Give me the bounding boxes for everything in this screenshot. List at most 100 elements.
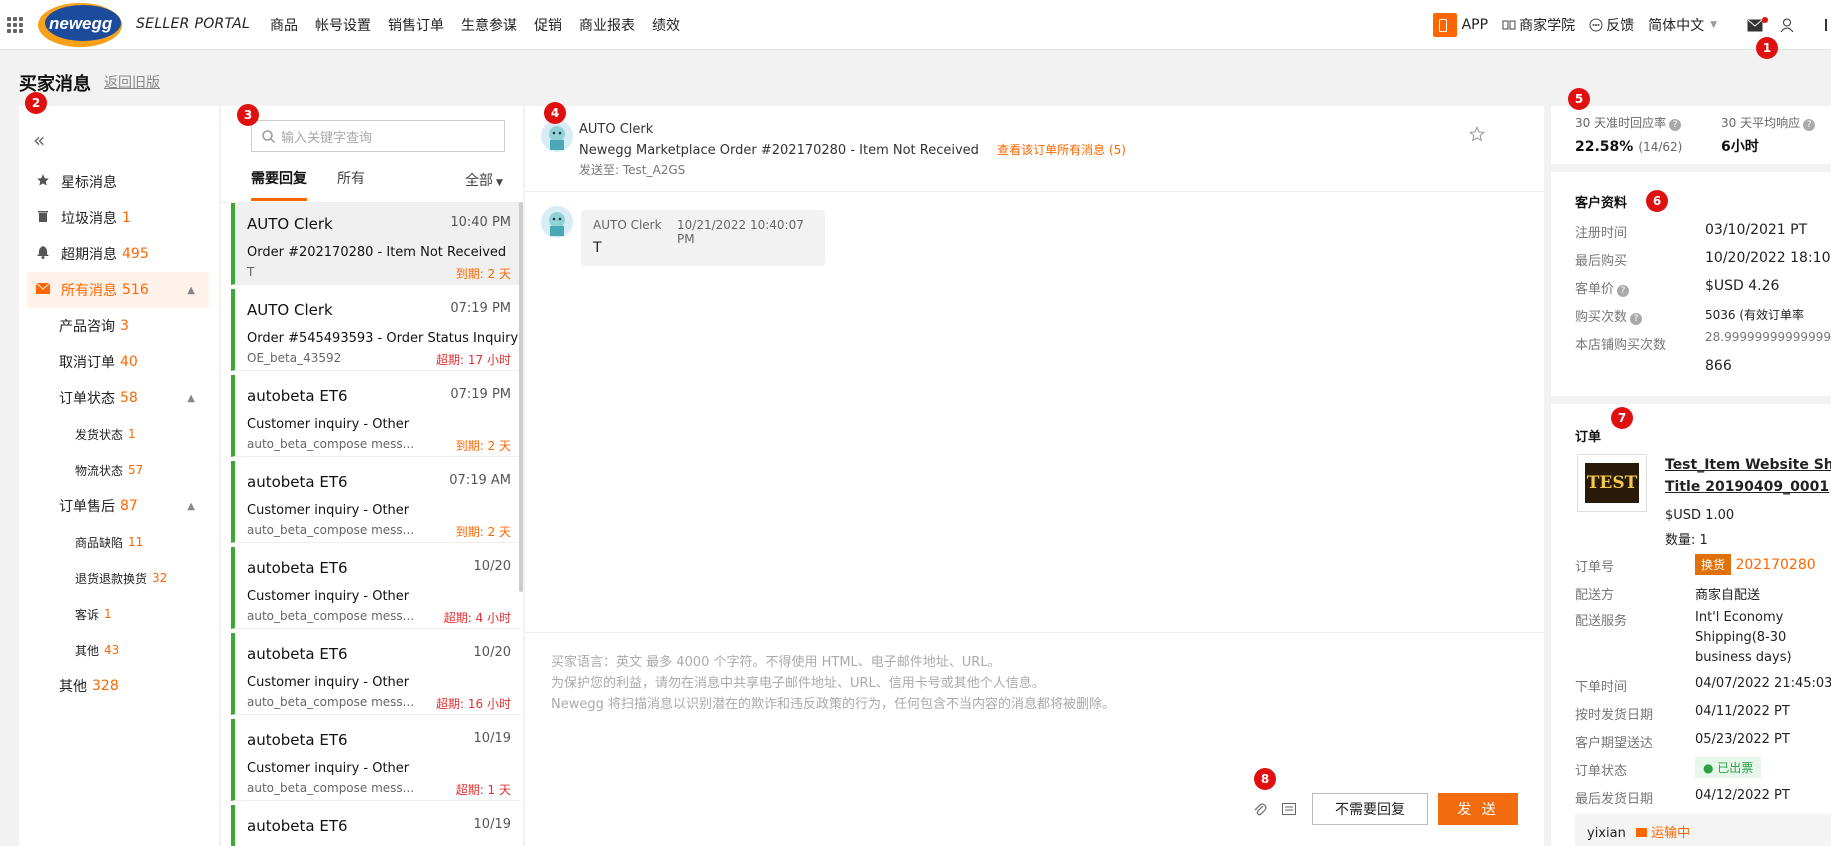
menu-edge-icon[interactable]: [1825, 19, 1827, 31]
caret-up-icon[interactable]: ▲: [187, 285, 195, 296]
caret-up-icon[interactable]: ▲: [187, 501, 195, 512]
sidebar-item-shipping-status[interactable]: 发货状态 1: [19, 416, 209, 452]
paperclip-icon[interactable]: [1253, 802, 1267, 816]
ship-by: 商家自配送: [1695, 588, 1761, 603]
sidebar-item-after-sales[interactable]: 订单售后 87 ▲: [19, 488, 209, 524]
compose-textarea[interactable]: 买家语言：英文 最多 4000 个字符。不得使用 HTML、电子邮件地址、URL…: [551, 652, 1521, 782]
no-reply-needed-button[interactable]: 不需要回复: [1312, 793, 1428, 825]
sidebar: « 星标消息 垃圾消息 1 超期消息 495 所有消息 516 ▲ 产品咨询 3 取消订单…: [19, 106, 219, 846]
conversation-preview: auto_beta_compose mess...: [247, 437, 415, 451]
conversation-sender: autobeta ET6: [247, 387, 348, 405]
purchase-count: 5036 (有效订单率: [1705, 308, 1805, 322]
collapse-left-icon[interactable]: «: [33, 128, 45, 152]
expected-delivery: 05/23/2022 PT: [1695, 732, 1790, 747]
shipping-service: Int'l Economy Shipping(8-30 business day…: [1695, 610, 1792, 665]
conversation-item[interactable]: autobeta ET6 10/20 Customer inquiry - Othe…: [231, 633, 521, 715]
sidebar-item-other[interactable]: 其他 328: [19, 668, 209, 704]
tab-needs-reply[interactable]: 需要回复: [251, 168, 307, 201]
conversation-item[interactable]: autobeta ET6 07:19 AM Customer inquiry - O…: [231, 461, 521, 543]
mail-button[interactable]: [1747, 16, 1768, 32]
conversation-panel: AUTO Clerk Newegg Marketplace Order #202…: [525, 106, 1544, 846]
product-price: $USD 1.00: [1665, 508, 1735, 523]
nav-products[interactable]: 商品: [270, 15, 298, 35]
star-outline-icon[interactable]: [1469, 126, 1485, 142]
phone-icon: [1432, 13, 1457, 37]
truck-icon: [1635, 828, 1647, 837]
sidebar-item-product-inquiry[interactable]: 产品咨询 3: [19, 308, 209, 344]
nav-promotion[interactable]: 促销: [534, 15, 562, 35]
conversation-item[interactable]: autobeta ET6 07:19 PM Customer inquiry - O…: [231, 375, 521, 457]
nav-insights[interactable]: 生意参谋: [461, 15, 517, 35]
sidebar-item-cancel-order[interactable]: 取消订单 40: [19, 344, 209, 380]
avg-response-value: 6小时: [1721, 139, 1759, 155]
help-icon[interactable]: ?: [1630, 313, 1643, 325]
nav-account[interactable]: 帐号设置: [315, 15, 371, 35]
newegg-logo[interactable]: newegg: [35, 1, 135, 47]
conversation-due: 超期: 16 小时: [436, 697, 511, 711]
app-grid-icon[interactable]: [7, 17, 23, 33]
send-button[interactable]: 发 送: [1438, 793, 1518, 825]
customer-profile-title: 客户资料: [1575, 196, 1628, 211]
conversation-item[interactable]: AUTO Clerk 10:40 PM Order #202170280 - Ite…: [231, 203, 521, 285]
bell-icon: [35, 245, 51, 263]
sidebar-item-all[interactable]: 所有消息 516 ▲: [27, 272, 209, 308]
conversation-time: 10/19: [473, 817, 511, 832]
caret-up-icon[interactable]: ▲: [187, 393, 195, 404]
help-icon[interactable]: ?: [1803, 119, 1816, 131]
nav-performance[interactable]: 绩效: [652, 15, 680, 35]
nav-reports[interactable]: 商业报表: [579, 15, 635, 35]
conversation-item[interactable]: autobeta ET6 10/19: [231, 805, 521, 846]
search-icon: [262, 129, 275, 143]
conversation-sender: autobeta ET6: [247, 645, 348, 663]
list-scrollbar[interactable]: [519, 202, 523, 592]
conversation-item[interactable]: AUTO Clerk 07:19 PM Order #545493593 - Ord…: [231, 289, 521, 371]
store-purchase-count: 866: [1705, 358, 1732, 374]
sidebar-item-after-sales-other[interactable]: 其他 43: [19, 632, 209, 668]
product-thumbnail[interactable]: TEST: [1577, 454, 1647, 512]
sidebar-item-spam[interactable]: 垃圾消息 1: [19, 200, 209, 236]
envelope-icon: [35, 282, 51, 298]
feedback-link[interactable]: 反馈: [1589, 15, 1634, 35]
help-icon[interactable]: ?: [1617, 285, 1630, 297]
conversation-item[interactable]: autobeta ET6 10/20 Customer inquiry - Othe…: [231, 547, 521, 629]
seller-portal-label: SELLER PORTAL: [136, 16, 251, 32]
academy-link[interactable]: 商家学院: [1502, 15, 1575, 35]
marker-3: 3: [237, 104, 259, 126]
filter-dropdown[interactable]: 全部 ▼: [465, 170, 503, 190]
sidebar-item-starred[interactable]: 星标消息: [19, 164, 209, 200]
order-title: 订单: [1575, 430, 1602, 445]
sidebar-item-order-status[interactable]: 订单状态 58 ▲: [19, 380, 209, 416]
response-stats-panel: 30 天准时回应率? 22.58% (14/62) 30 天平均响应? 6小时: [1551, 106, 1831, 164]
back-to-old-version-link[interactable]: 返回旧版: [104, 72, 160, 92]
conversation-subject: Order #202170280 - Item Not Received: [247, 245, 507, 260]
marker-6: 6: [1646, 190, 1668, 212]
view-all-messages-link[interactable]: 查看该订单所有消息 (5): [997, 143, 1126, 157]
language-select[interactable]: 简体中文 ▼: [1648, 15, 1717, 35]
template-icon[interactable]: [1282, 803, 1296, 815]
conversation-sender: AUTO Clerk: [247, 215, 333, 233]
sender-avatar: [541, 120, 573, 152]
product-title-link[interactable]: Test_Item Website Short Title 20190409_0…: [1665, 454, 1831, 498]
tab-all[interactable]: 所有: [337, 168, 365, 201]
ship-on-time-date: 04/11/2022 PT: [1695, 704, 1790, 719]
product-qty: 数量: 1: [1665, 533, 1708, 548]
help-icon[interactable]: ?: [1669, 119, 1682, 131]
search-input[interactable]: 输入关键字查询: [251, 120, 505, 152]
conversation-sender: AUTO Clerk: [247, 301, 333, 319]
svg-text:newegg: newegg: [49, 14, 113, 33]
sidebar-item-overdue[interactable]: 超期消息 495: [19, 236, 209, 272]
sidebar-item-returns[interactable]: 退货退款换货 32: [19, 560, 209, 596]
nav-orders[interactable]: 销售订单: [388, 15, 444, 35]
sidebar-item-defect[interactable]: 商品缺陷 11: [19, 524, 209, 560]
conversation-time: 07:19 AM: [449, 473, 511, 488]
conversation-preview: auto_beta_compose mess...: [247, 695, 415, 709]
chevron-down-icon: ▼: [1710, 20, 1717, 30]
conversation-sender: autobeta ET6: [247, 473, 348, 491]
conversation-due: 到期: 2 天: [455, 525, 511, 539]
sidebar-item-logistics-status[interactable]: 物流状态 57: [19, 452, 209, 488]
app-button[interactable]: APP: [1432, 13, 1488, 37]
on-time-rate-label: 30 天准时回应率?: [1575, 114, 1682, 131]
user-button[interactable]: [1780, 18, 1797, 32]
sidebar-item-complaint[interactable]: 客诉 1: [19, 596, 209, 632]
conversation-item[interactable]: autobeta ET6 10/19 Customer inquiry - Othe…: [231, 719, 521, 801]
